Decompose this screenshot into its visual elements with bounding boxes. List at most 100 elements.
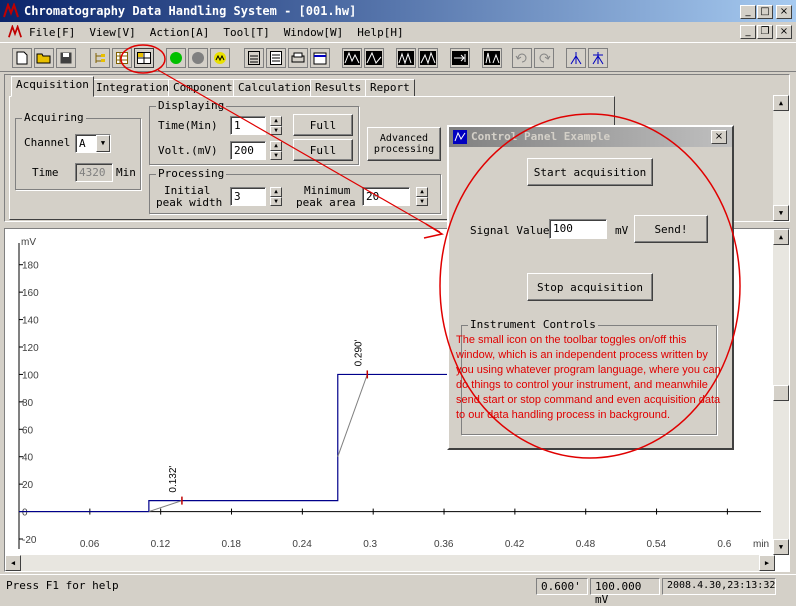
x-tick-label: 0.48 (576, 539, 596, 550)
stop-gray-icon[interactable] (188, 48, 208, 68)
undo-icon[interactable] (512, 48, 532, 68)
display-volt-input[interactable]: 200 (230, 141, 266, 160)
new-file-icon[interactable] (12, 48, 32, 68)
panel-scrollbar[interactable]: ▲ ▼ (773, 95, 789, 221)
x-tick-label: 0.18 (222, 539, 242, 550)
peak-width-spinner[interactable]: ▲ ▼ (270, 187, 282, 206)
peaks-compare-icon[interactable] (418, 48, 438, 68)
tab-integration[interactable]: Integration (91, 79, 174, 97)
open-folder-icon[interactable] (34, 48, 54, 68)
scroll-thumb[interactable] (773, 385, 789, 401)
scroll-up-icon[interactable]: ▲ (773, 95, 789, 111)
menu-help[interactable]: Help[H] (350, 26, 410, 39)
app-icon (3, 3, 19, 18)
menu-view[interactable]: View[V] (82, 26, 142, 39)
mdi-restore-button[interactable]: ❐ (757, 25, 773, 39)
full-volt-button[interactable]: Full (293, 139, 353, 161)
x-tick-label: 0.42 (505, 539, 525, 550)
report-calc-icon[interactable] (266, 48, 286, 68)
displaying-title: Displaying (156, 99, 227, 112)
peak-marker-icon[interactable] (566, 48, 586, 68)
y-tick-label: 40 (22, 453, 34, 464)
full-time-button[interactable]: Full (293, 114, 353, 136)
x-tick-label: 0.06 (80, 539, 100, 550)
peak-label: 0.132' (168, 466, 179, 493)
tab-acquisition[interactable]: Acquisition (11, 76, 94, 97)
tab-results[interactable]: Results (310, 79, 367, 97)
menu-action[interactable]: Action[A] (143, 26, 217, 39)
close-button[interactable]: × (776, 5, 792, 19)
spin-down-icon[interactable]: ▼ (270, 150, 282, 160)
start-acquisition-button[interactable]: Start acquisition (527, 158, 653, 186)
volt-label: Volt.(mV) (158, 144, 218, 157)
status-mv: 100.000 mV (590, 578, 660, 606)
spin-up-icon[interactable]: ▲ (270, 141, 282, 151)
chromatogram-icon[interactable] (342, 48, 362, 68)
chromatogram-overlay-icon[interactable] (364, 48, 384, 68)
time-min-label: Time(Min) (158, 119, 218, 132)
stop-acquisition-button[interactable]: Stop acquisition (527, 273, 653, 301)
scroll-left-icon[interactable]: ◀ (5, 555, 21, 571)
spin-up-icon[interactable]: ▲ (270, 187, 282, 197)
scroll-down-icon[interactable]: ▼ (773, 205, 789, 221)
signal-value-label: Signal Value (470, 224, 550, 237)
advanced-processing-button[interactable]: Advanced processing (367, 127, 441, 161)
menu-file[interactable]: File[F] (22, 26, 82, 39)
display-time-spinner[interactable]: ▲ ▼ (270, 116, 282, 135)
peak-split-icon[interactable] (588, 48, 608, 68)
status-help: Press F1 for help (6, 579, 119, 592)
chart-scrollbar[interactable]: ▲ ▼ (773, 229, 789, 555)
save-icon[interactable] (56, 48, 76, 68)
mdi-close-button[interactable]: × (776, 25, 792, 39)
tab-calculation[interactable]: Calculation (233, 79, 316, 97)
display-volt-spinner[interactable]: ▲ ▼ (270, 141, 282, 160)
send-button[interactable]: Send! (634, 215, 708, 243)
peak-baseline (337, 374, 368, 457)
control-panel-toggle-icon[interactable] (134, 48, 154, 68)
initial-peak-width-input[interactable]: 3 (230, 187, 266, 206)
spin-up-icon[interactable]: ▲ (270, 116, 282, 126)
peak-area-spinner[interactable]: ▲ ▼ (416, 187, 428, 206)
x-tick-label: 0.12 (151, 539, 171, 550)
status-datetime: 2008.4.30,23:13:32 (662, 578, 776, 595)
dialog-close-button[interactable]: × (711, 130, 727, 144)
signal-yellow-icon[interactable] (210, 48, 230, 68)
minimize-button[interactable]: _ (740, 5, 756, 19)
tab-component[interactable]: Component (168, 79, 238, 97)
arrow-right-icon[interactable] (450, 48, 470, 68)
spin-down-icon[interactable]: ▼ (270, 125, 282, 135)
spin-down-icon[interactable]: ▼ (416, 196, 428, 206)
calculator-icon[interactable] (244, 48, 264, 68)
scroll-down-icon[interactable]: ▼ (773, 539, 789, 555)
peaks-icon[interactable] (396, 48, 416, 68)
x-tick-label: 0.54 (647, 539, 667, 550)
menu-tool[interactable]: Tool[T] (216, 26, 276, 39)
start-green-icon[interactable] (166, 48, 186, 68)
signal-value-input[interactable]: 100 (549, 219, 607, 239)
chevron-down-icon[interactable]: ▼ (96, 135, 110, 152)
channel-value: A (79, 137, 86, 150)
print-icon[interactable] (288, 48, 308, 68)
channel-select[interactable]: A ▼ (75, 134, 111, 153)
time-label: Time (32, 166, 59, 179)
scroll-right-icon[interactable]: ▶ (759, 555, 775, 571)
table-icon[interactable] (112, 48, 132, 68)
minimum-peak-area-input[interactable]: 20 (362, 187, 410, 206)
redo-icon[interactable] (534, 48, 554, 68)
menu-window[interactable]: Window[W] (277, 26, 351, 39)
display-time-input[interactable]: 1 (230, 116, 266, 135)
dialog-app-icon (453, 130, 467, 144)
spin-up-icon[interactable]: ▲ (416, 187, 428, 197)
calendar-icon[interactable] (310, 48, 330, 68)
displaying-group: Displaying Time(Min) 1 ▲ ▼ Full Volt.(mV)… (149, 99, 359, 165)
time-field: 4320 (75, 163, 113, 182)
tree-icon[interactable] (90, 48, 110, 68)
y-tick-label: 60 (22, 425, 34, 436)
maximize-button[interactable]: □ (757, 5, 773, 19)
spin-down-icon[interactable]: ▼ (270, 196, 282, 206)
chart-hscrollbar[interactable]: ◀ ▶ (5, 555, 775, 571)
integration-icon[interactable] (482, 48, 502, 68)
tab-report[interactable]: Report (365, 79, 415, 97)
scroll-up-icon[interactable]: ▲ (773, 229, 789, 245)
mdi-minimize-button[interactable]: _ (740, 25, 756, 39)
